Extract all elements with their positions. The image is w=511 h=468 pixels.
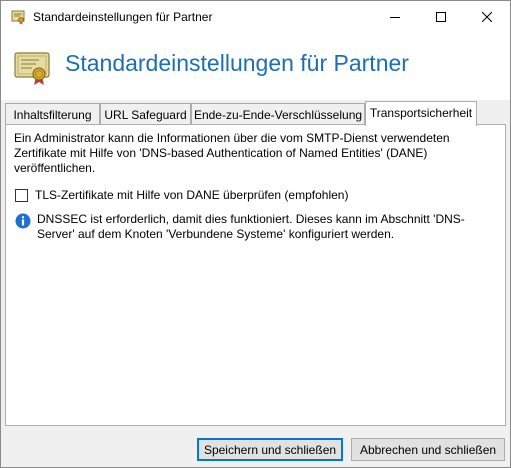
tab-inhaltsfilterung[interactable]: Inhaltsfilterung [5, 103, 100, 125]
tab-transportsicherheit[interactable]: Transportsicherheit [365, 101, 477, 126]
description-text: Ein Administrator kann die Informationen… [14, 131, 450, 175]
dane-checkbox-label[interactable]: TLS-Zertifikate mit Hilfe von DANE überp… [35, 188, 348, 202]
window-title: Standardeinstellungen für Partner [33, 10, 213, 24]
certificate-icon [12, 45, 54, 87]
page-title: Standardeinstellungen für Partner [65, 50, 409, 76]
close-button[interactable] [464, 1, 510, 32]
transport-security-panel: Ein Administrator kann die Informationen… [5, 124, 506, 426]
cancel-and-close-button[interactable]: Abbrechen und schließen [351, 438, 505, 461]
tab-url-safeguard[interactable]: URL Safeguard [100, 103, 191, 125]
info-text: DNSSEC ist erforderlich, damit dies funk… [37, 212, 465, 241]
dane-checkbox-row[interactable]: TLS-Zertifikate mit Hilfe von DANE überp… [15, 187, 348, 203]
dialog-window: Standardeinstellungen für Partner Standa… [0, 0, 511, 468]
header-banner: Standardeinstellungen für Partner [1, 32, 510, 100]
maximize-button[interactable] [418, 1, 464, 32]
minimize-button[interactable] [372, 1, 418, 32]
certificate-icon [10, 9, 26, 25]
title-bar[interactable]: Standardeinstellungen für Partner [1, 1, 510, 32]
tab-ende-zu-ende-verschluesselung[interactable]: Ende-zu-Ende-Verschlüsselung [191, 103, 365, 125]
info-icon [15, 213, 31, 229]
dane-checkbox[interactable] [15, 188, 28, 202]
save-and-close-button[interactable]: Speichern und schließen [197, 438, 343, 461]
